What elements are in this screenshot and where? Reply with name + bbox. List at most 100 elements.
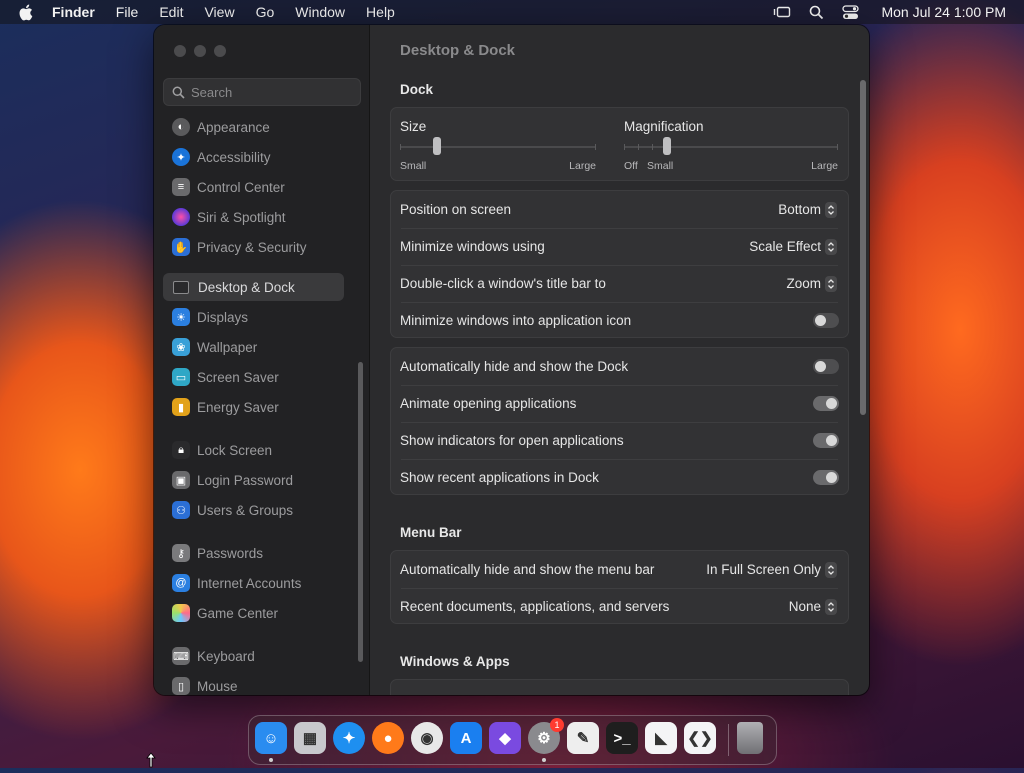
sidebar-item-wallpaper[interactable]: ❀ Wallpaper <box>163 333 344 361</box>
menu-go[interactable]: Go <box>256 4 275 20</box>
popup-value: Scale Effect <box>749 239 821 254</box>
show-recent-apps-toggle[interactable] <box>813 470 839 485</box>
safari-icon[interactable]: ✦ <box>333 722 365 754</box>
sidebar-item-passwords[interactable]: ⚷ Passwords <box>163 539 344 567</box>
firefox-icon[interactable]: ● <box>372 722 404 754</box>
menu-app-name[interactable]: Finder <box>52 4 95 20</box>
close-button[interactable] <box>174 45 186 57</box>
running-indicator <box>542 758 546 762</box>
trash-icon[interactable] <box>737 722 763 754</box>
finder-icon[interactable]: ☺ <box>255 722 287 754</box>
sidebar-item-label: Login Password <box>197 472 294 488</box>
size-slider-thumb[interactable] <box>433 137 442 155</box>
double-click-action-popup[interactable]: Zoom <box>786 275 837 292</box>
sidebar-item-label: Accessibility <box>197 149 271 165</box>
app-store-icon[interactable]: A <box>450 722 482 754</box>
chrome-icon[interactable]: ◉ <box>411 722 443 754</box>
size-max-label: Large <box>569 160 596 172</box>
launchpad-icon[interactable]: ▦ <box>294 722 326 754</box>
sidebar-item-desktop-dock[interactable]: Desktop & Dock <box>163 273 344 301</box>
popup-value: Zoom <box>786 276 821 291</box>
autohide-menubar-popup[interactable]: In Full Screen Only <box>706 561 837 578</box>
mouse-cursor-icon <box>146 752 156 773</box>
system-settings-window: Search ◐ Appearance ✦ Accessibility ≡ Co… <box>154 25 869 695</box>
textedit-icon[interactable]: ✎ <box>567 722 599 754</box>
spotlight-search-icon[interactable] <box>809 5 824 20</box>
page-title: Desktop & Dock <box>400 42 516 59</box>
sidebar-item-users-groups[interactable]: ⚇ Users & Groups <box>163 496 344 524</box>
control-center-icon[interactable] <box>842 4 860 20</box>
sidebar-scrollbar[interactable] <box>358 362 363 662</box>
sidebar-item-label: Desktop & Dock <box>198 279 295 295</box>
autohide-dock-toggle[interactable] <box>813 359 839 374</box>
recent-documents-popup[interactable]: None <box>788 598 837 615</box>
stage-manager-icon[interactable] <box>773 5 791 19</box>
sidebar-item-siri[interactable]: Siri & Spotlight <box>163 203 344 231</box>
sidebar-item-label: Energy Saver <box>197 399 279 415</box>
sidebar-item-label: Control Center <box>197 179 285 195</box>
show-indicators-toggle[interactable] <box>813 433 839 448</box>
hand-icon: ✋ <box>172 238 190 256</box>
position-on-screen-row: Position on screen Bottom <box>391 191 848 228</box>
position-popup[interactable]: Bottom <box>778 201 837 218</box>
sidebar-item-label: Game Center <box>197 605 279 621</box>
sidebar-item-lock-screen[interactable]: 🔒︎ Lock Screen <box>163 436 344 464</box>
section-header-menu-bar: Menu Bar <box>400 525 462 540</box>
sidebar-item-game-center[interactable]: Game Center <box>163 599 344 627</box>
keyboard-icon: ⌨ <box>172 647 190 665</box>
chevron-updown-icon <box>825 238 837 255</box>
row-label: Animate opening applications <box>400 396 577 411</box>
sidebar-item-displays[interactable]: ☀ Displays <box>163 303 344 331</box>
sidebar-item-accessibility[interactable]: ✦ Accessibility <box>163 143 344 171</box>
popup-value: None <box>788 599 821 614</box>
visual-studio-icon[interactable]: ◣ <box>645 722 677 754</box>
lock-icon: 🔒︎ <box>172 441 190 459</box>
sidebar-item-login-password[interactable]: ▣ Login Password <box>163 466 344 494</box>
sidebar-item-label: Appearance <box>197 119 270 135</box>
menu-clock[interactable]: Mon Jul 24 1:00 PM <box>881 4 1006 20</box>
search-field[interactable]: Search <box>163 78 361 106</box>
sidebar-item-appearance[interactable]: ◐ Appearance <box>163 113 344 141</box>
zoom-button[interactable] <box>214 45 226 57</box>
row-label: Automatically hide and show the Dock <box>400 359 629 374</box>
section-header-dock: Dock <box>400 82 434 97</box>
content-scrollbar[interactable] <box>860 80 866 415</box>
system-settings-icon[interactable]: ⚙ 1 <box>528 718 564 754</box>
size-slider[interactable] <box>400 137 596 155</box>
minimize-effect-popup[interactable]: Scale Effect <box>749 238 837 255</box>
chevron-updown-icon <box>825 598 837 615</box>
minimize-into-icon-row: Minimize windows into application icon <box>391 302 848 339</box>
sidebar-item-energy-saver[interactable]: ▮ Energy Saver <box>163 393 344 421</box>
sidebar-item-label: Privacy & Security <box>197 239 307 255</box>
animate-apps-toggle[interactable] <box>813 396 839 411</box>
settings-content: Desktop & Dock Dock Size Small Large Mag… <box>370 25 869 695</box>
show-indicators-row: Show indicators for open applications <box>391 422 848 459</box>
menu-edit[interactable]: Edit <box>159 4 183 20</box>
sidebar-item-control-center[interactable]: ≡ Control Center <box>163 173 344 201</box>
minimize-into-icon-toggle[interactable] <box>813 313 839 328</box>
menu-view[interactable]: View <box>204 4 234 20</box>
terminal-icon[interactable]: >_ <box>606 722 638 754</box>
sidebar-item-label: Internet Accounts <box>197 575 302 591</box>
animate-apps-row: Animate opening applications <box>391 385 848 422</box>
sidebar-item-keyboard[interactable]: ⌨ Keyboard <box>163 642 344 670</box>
sidebar-item-privacy[interactable]: ✋ Privacy & Security <box>163 233 344 261</box>
menu-window[interactable]: Window <box>295 4 345 20</box>
menu-bar: Finder File Edit View Go Window Help Mon… <box>0 0 1024 24</box>
magnification-slider-thumb[interactable] <box>662 137 671 155</box>
xcode-simulator-icon[interactable]: ◆ <box>489 722 521 754</box>
magnification-slider[interactable] <box>624 137 838 155</box>
sidebar-item-internet-accounts[interactable]: @ Internet Accounts <box>163 569 344 597</box>
accessibility-icon: ✦ <box>172 148 190 166</box>
magnification-slider-group: Magnification Off Small Large <box>624 119 838 172</box>
minimize-button[interactable] <box>194 45 206 57</box>
sidebar-item-mouse[interactable]: ▯ Mouse <box>163 672 344 695</box>
key-icon: ⚷ <box>172 544 190 562</box>
vscode-icon[interactable]: ❮❯ <box>684 722 716 754</box>
sidebar-item-label: Lock Screen <box>197 442 273 458</box>
menu-help[interactable]: Help <box>366 4 395 20</box>
siri-icon <box>172 208 190 226</box>
apple-menu-icon[interactable] <box>18 4 36 21</box>
sidebar-item-screen-saver[interactable]: ▭ Screen Saver <box>163 363 344 391</box>
menu-file[interactable]: File <box>116 4 139 20</box>
